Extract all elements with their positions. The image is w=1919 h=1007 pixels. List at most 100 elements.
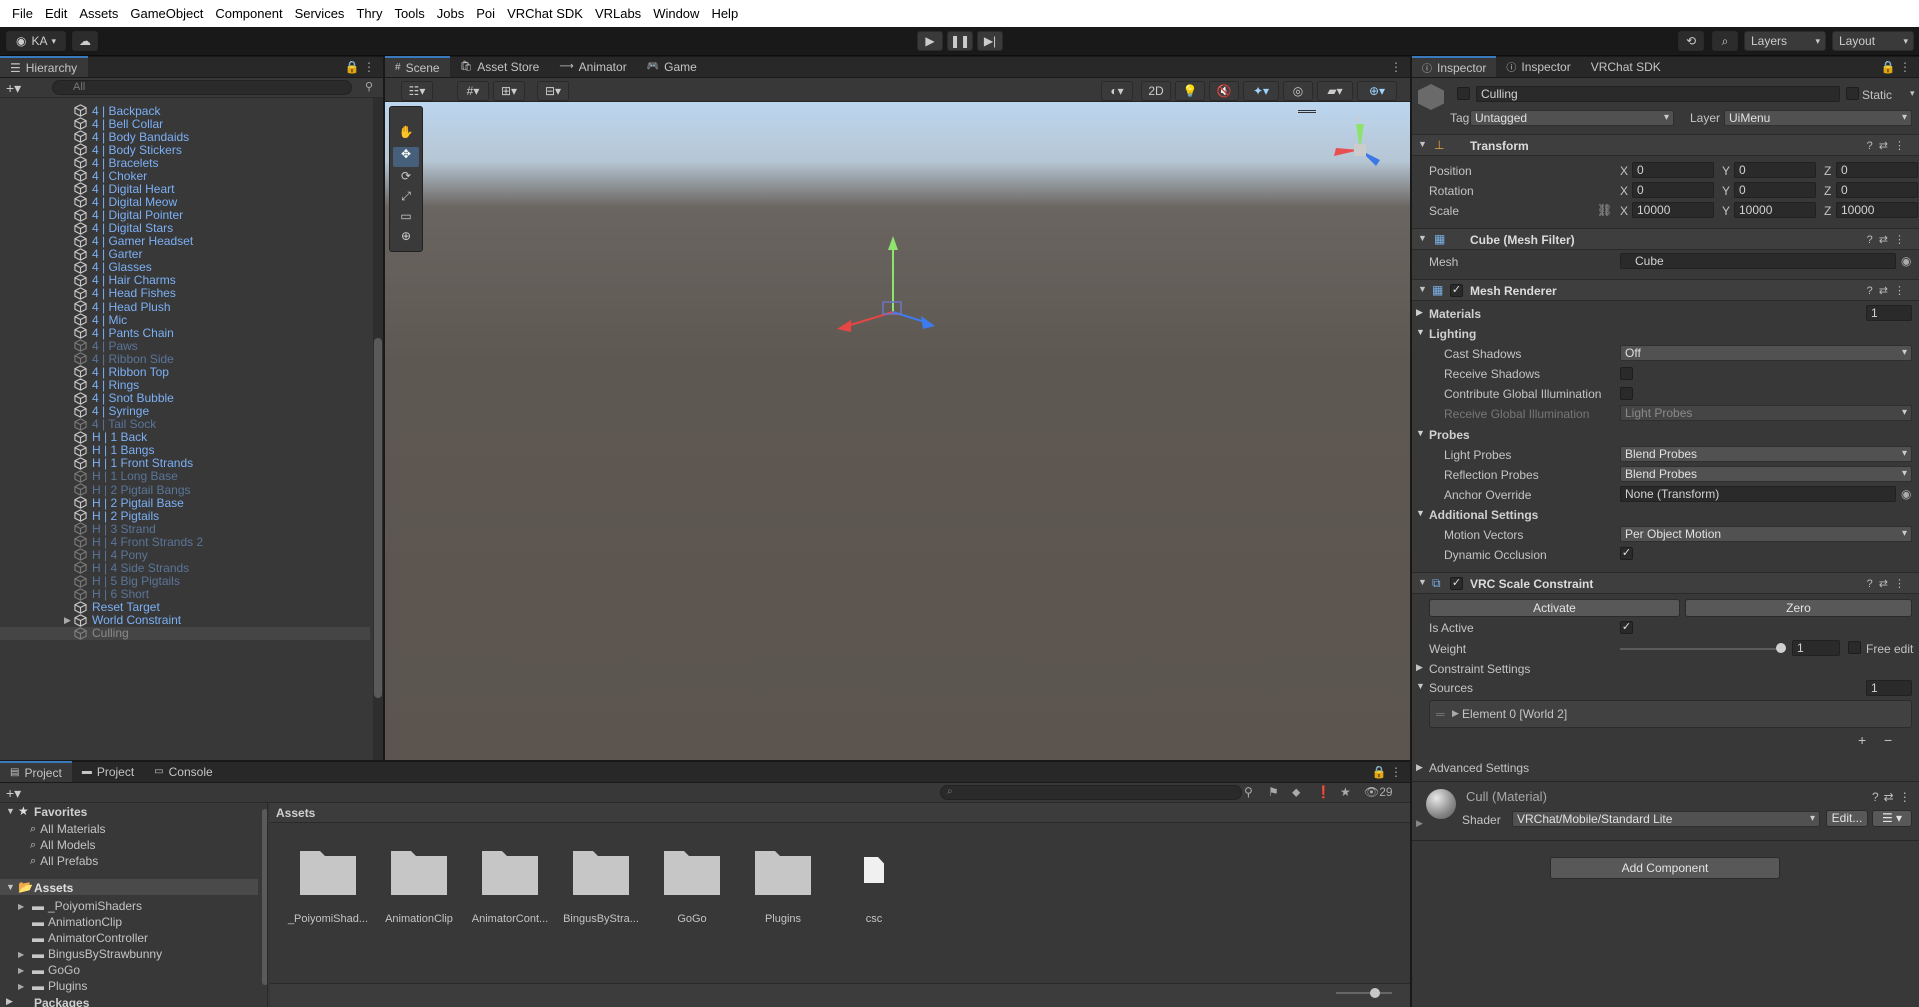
- mesh-filter-header[interactable]: ▼ ▦ Cube (Mesh Filter) ?⇄⋮: [1412, 228, 1919, 250]
- vrc-scale-constraint-header[interactable]: ▼ ⧉ ✓ VRC Scale Constraint ?⇄⋮: [1412, 572, 1919, 594]
- weight-field[interactable]: 1: [1792, 640, 1840, 656]
- materials-foldout[interactable]: Materials: [1429, 307, 1481, 321]
- menu-item-file[interactable]: File: [6, 6, 39, 21]
- packages-folder-label[interactable]: Packages: [34, 996, 89, 1007]
- add-source-icon[interactable]: +: [1858, 732, 1866, 748]
- hierarchy-item[interactable]: 4 | Tail Sock: [0, 417, 370, 431]
- probes-foldout[interactable]: Probes: [1429, 428, 1470, 442]
- weight-slider-track[interactable]: [1620, 648, 1784, 650]
- hierarchy-item[interactable]: H | 1 Bangs: [0, 443, 370, 457]
- foldout-icon[interactable]: ▶: [18, 982, 32, 991]
- tab-hierarchy[interactable]: ☰ Hierarchy: [0, 56, 88, 77]
- hierarchy-item[interactable]: 4 | Digital Meow: [0, 195, 370, 209]
- tab-asset-store[interactable]: 🛍 Asset Store: [450, 56, 550, 77]
- is-active-checkbox[interactable]: ✓: [1620, 621, 1633, 634]
- menu-item-jobs[interactable]: Jobs: [431, 6, 470, 21]
- menu-item-edit[interactable]: Edit: [39, 6, 73, 21]
- hierarchy-item[interactable]: 4 | Ribbon Top: [0, 365, 370, 379]
- link-icon[interactable]: ⛓: [1597, 203, 1612, 217]
- scene-orientation-gizmo[interactable]: y: [1320, 110, 1400, 190]
- zoom-slider-track[interactable]: [1336, 992, 1392, 994]
- project-folder-item[interactable]: ▬ AnimatorController: [18, 930, 148, 946]
- constraint-settings-foldout[interactable]: Constraint Settings: [1429, 662, 1530, 676]
- toggle-2d-button[interactable]: 2D: [1141, 81, 1171, 101]
- scale-tool-icon[interactable]: ⤢: [393, 189, 419, 209]
- mesh-field[interactable]: Cube: [1620, 253, 1896, 269]
- project-folder-item[interactable]: ▶ ▬ Plugins: [18, 978, 87, 994]
- step-button[interactable]: ▶|: [977, 31, 1003, 51]
- hierarchy-item[interactable]: 4 | Head Fishes: [0, 286, 370, 300]
- hierarchy-item[interactable]: H | 1 Long Base: [0, 469, 370, 483]
- hierarchy-item[interactable]: 4 | Garter: [0, 247, 370, 261]
- hierarchy-item[interactable]: H | 4 Pony: [0, 548, 370, 562]
- reflection-probes-dropdown[interactable]: Blend Probes: [1620, 466, 1912, 482]
- additional-settings-foldout[interactable]: Additional Settings: [1429, 508, 1538, 522]
- rotation-z-field[interactable]: 0: [1836, 182, 1918, 198]
- project-folder-item[interactable]: ▶ ▬ GoGo: [18, 962, 80, 978]
- sources-count-field[interactable]: 1: [1866, 680, 1912, 696]
- light-probes-dropdown[interactable]: Blend Probes: [1620, 446, 1912, 462]
- layer-dropdown[interactable]: UiMenu: [1724, 110, 1912, 126]
- component-menu-icons[interactable]: ?⇄⋮: [1867, 284, 1911, 297]
- menu-item-gameobject[interactable]: GameObject: [124, 6, 209, 21]
- tab-inspector-0[interactable]: ⓘ Inspector: [1412, 56, 1497, 77]
- favorite-item[interactable]: ⌕ All Prefabs: [30, 853, 98, 869]
- foldout-icon[interactable]: ▼: [6, 806, 15, 816]
- more-icon[interactable]: 🔒 ⋮: [1881, 60, 1911, 74]
- hierarchy-item[interactable]: 4 | Choker: [0, 169, 370, 183]
- hierarchy-item[interactable]: 4 | Ribbon Side: [0, 352, 370, 366]
- layers-dropdown[interactable]: Layers ▾: [1744, 31, 1826, 51]
- hierarchy-item[interactable]: ▶ World Constraint: [0, 613, 370, 627]
- project-folder-item[interactable]: ▬ AnimationClip: [18, 914, 122, 930]
- rotate-tool-icon[interactable]: ⟳: [393, 169, 419, 189]
- drag-handle-icon[interactable]: ═: [1436, 707, 1445, 721]
- effects-icon[interactable]: ✦▾: [1243, 81, 1279, 101]
- static-checkbox[interactable]: [1846, 87, 1859, 100]
- folder-icon[interactable]: [389, 845, 449, 897]
- menu-item-poi[interactable]: Poi: [470, 6, 501, 21]
- add-icon[interactable]: +▾: [6, 80, 21, 97]
- transform-tool-icon[interactable]: ⊕: [393, 229, 419, 249]
- anchor-override-field[interactable]: None (Transform): [1620, 486, 1896, 502]
- hierarchy-item[interactable]: 4 | Glasses: [0, 260, 370, 274]
- tab-game[interactable]: 🎮 Game: [637, 56, 707, 77]
- menu-item-tools[interactable]: Tools: [388, 6, 430, 21]
- add-icon[interactable]: +▾: [6, 785, 21, 802]
- star-icon[interactable]: ★: [1340, 785, 1351, 799]
- dynamic-occlusion-checkbox[interactable]: ✓: [1620, 547, 1633, 560]
- overlay-menu-icon[interactable]: [1298, 110, 1316, 113]
- tag-dropdown[interactable]: Untagged: [1470, 110, 1674, 126]
- scene-viewport[interactable]: ✋ ✥ ⟳ ⤢ ▭ ⊕ y: [385, 102, 1410, 760]
- rect-tool-icon[interactable]: ▭: [393, 209, 419, 229]
- zero-button[interactable]: Zero: [1685, 599, 1912, 617]
- hierarchy-item[interactable]: Reset Target: [0, 600, 370, 614]
- hierarchy-item[interactable]: 4 | Digital Stars: [0, 221, 370, 235]
- add-component-button[interactable]: Add Component: [1550, 857, 1780, 879]
- foldout-icon[interactable]: ▼: [1416, 327, 1425, 337]
- tab-project-1[interactable]: ▬ Project: [72, 761, 144, 782]
- move-tool-icon[interactable]: ✥: [393, 147, 419, 167]
- position-z-field[interactable]: 0: [1836, 162, 1918, 178]
- move-handle[interactable]: [825, 232, 965, 342]
- hand-tool-icon[interactable]: ✋: [393, 125, 419, 145]
- gizmos-icon[interactable]: ⊕▾: [1357, 81, 1397, 101]
- hierarchy-item[interactable]: 4 | Gamer Headset: [0, 234, 370, 248]
- foldout-icon[interactable]: ▼: [1416, 681, 1425, 691]
- hierarchy-item[interactable]: H | 1 Front Strands: [0, 456, 370, 470]
- file-icon[interactable]: [864, 857, 884, 883]
- component-menu-icons[interactable]: ?⇄⋮: [1867, 139, 1911, 152]
- folder-icon[interactable]: [662, 845, 722, 897]
- assets-folder-label[interactable]: Assets: [34, 881, 73, 895]
- hierarchy-item[interactable]: 4 | Bracelets: [0, 156, 370, 170]
- foldout-icon[interactable]: ▶: [18, 966, 32, 975]
- hierarchy-scrollbar[interactable]: [373, 98, 383, 760]
- project-folder-item[interactable]: ▶ ▬ _PoiyomiShaders: [18, 898, 142, 914]
- tab-animator[interactable]: ⟶ Animator: [549, 56, 636, 77]
- hierarchy-item[interactable]: 4 | Digital Pointer: [0, 208, 370, 222]
- hierarchy-item[interactable]: H | 2 Pigtails: [0, 509, 370, 523]
- hierarchy-item[interactable]: H | 1 Back: [0, 430, 370, 444]
- hierarchy-item[interactable]: H | 2 Pigtail Bangs: [0, 483, 370, 497]
- object-picker-icon[interactable]: ◉: [1901, 254, 1911, 268]
- search-filter-icon[interactable]: ⚲: [365, 80, 373, 93]
- active-checkbox[interactable]: [1457, 87, 1470, 100]
